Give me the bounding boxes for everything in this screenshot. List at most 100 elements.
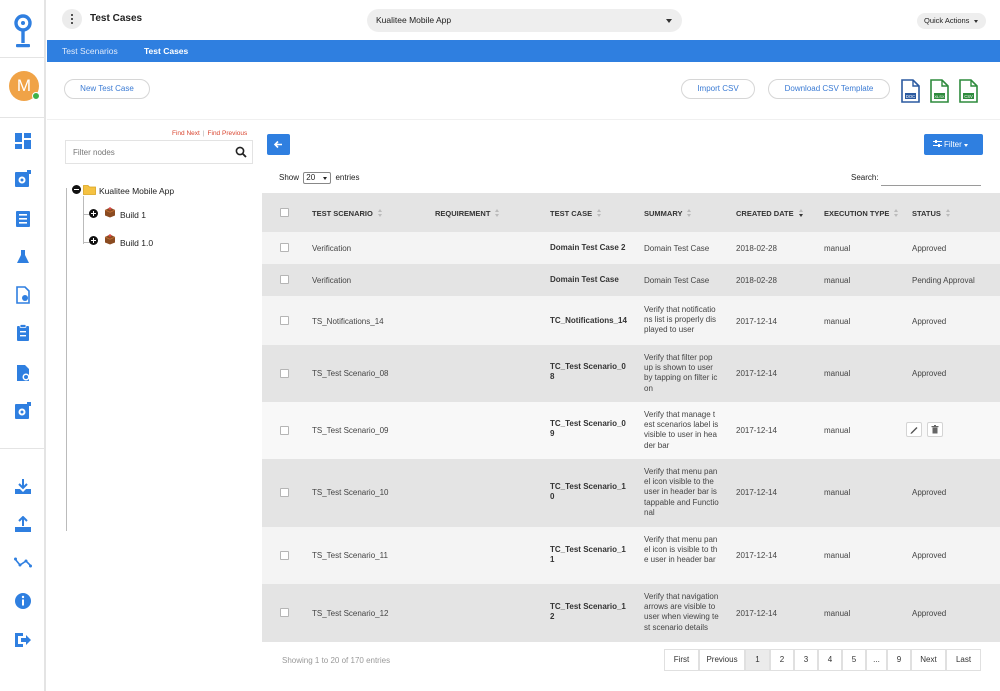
download-icon[interactable] <box>14 478 32 496</box>
new-test-case-button[interactable]: New Test Case <box>64 79 150 99</box>
cell-test-case[interactable]: TC_Test Scenario_09 <box>550 419 628 439</box>
table-row[interactable]: TS_Test Scenario_10 TC_Test Scenario_10 … <box>262 459 1000 527</box>
row-checkbox[interactable] <box>280 426 289 435</box>
export-csv-icon[interactable]: CSV <box>957 79 979 103</box>
search-icon[interactable] <box>235 146 247 158</box>
more-menu-button[interactable] <box>62 9 82 29</box>
export-doc-icon[interactable]: DOC <box>899 79 921 103</box>
table-row[interactable]: TS_Test Scenario_08 TC_Test Scenario_08 … <box>262 345 1000 402</box>
test-cases-icon[interactable] <box>14 286 32 304</box>
table-row[interactable]: TS_Notifications_14 TC_Notifications_14 … <box>262 296 1000 345</box>
table-row[interactable]: TS_Test Scenario_12 TC_Test Scenario_12 … <box>262 584 1000 642</box>
back-button[interactable] <box>267 134 290 155</box>
entries-per-page-select[interactable]: 20 <box>303 172 332 184</box>
row-checkbox[interactable] <box>280 488 289 497</box>
quick-actions-button[interactable]: Quick Actions <box>917 13 986 29</box>
tree-root-node[interactable]: Kualitee Mobile App <box>99 186 174 196</box>
tree-collapse-toggle[interactable] <box>72 185 81 194</box>
project-select[interactable]: Kualitee Mobile App <box>367 9 682 32</box>
table-row[interactable]: TS_Test Scenario_11 TC_Test Scenario_11 … <box>262 527 1000 584</box>
user-avatar[interactable]: M <box>9 71 40 101</box>
tab-test-scenarios[interactable]: Test Scenarios <box>62 46 118 56</box>
cell-created-date: 2018-02-28 <box>736 244 777 253</box>
page-button-5[interactable]: 5 <box>842 649 866 671</box>
page-button-3[interactable]: 3 <box>794 649 818 671</box>
info-icon[interactable] <box>14 592 32 610</box>
page-first-button[interactable]: First <box>664 649 699 671</box>
tree-node-build[interactable]: Build 1.0 <box>120 238 153 248</box>
row-checkbox[interactable] <box>280 608 289 617</box>
column-header-test-scenario[interactable]: TEST SCENARIO <box>312 209 383 218</box>
row-checkbox[interactable] <box>280 551 289 560</box>
column-header-requirement[interactable]: REQUIREMENT <box>435 209 500 218</box>
integrations-icon[interactable] <box>14 554 32 572</box>
find-previous-link[interactable]: Find Previous <box>208 130 248 137</box>
upload-icon[interactable] <box>14 516 32 534</box>
cell-test-case[interactable]: Domain Test Case 2 <box>550 243 625 253</box>
tab-test-cases[interactable]: Test Cases <box>144 46 188 56</box>
page-button-4[interactable]: 4 <box>818 649 842 671</box>
download-csv-template-button[interactable]: Download CSV Template <box>768 79 890 99</box>
row-checkbox[interactable] <box>280 243 289 252</box>
page-button-2[interactable]: 2 <box>770 649 794 671</box>
table-row[interactable]: Verification Domain Test Case 2 Domain T… <box>262 232 1000 264</box>
cell-test-scenario: TS_Test Scenario_12 <box>312 609 389 618</box>
cell-test-case[interactable]: TC_Test Scenario_11 <box>550 545 628 565</box>
edit-button[interactable] <box>906 422 922 437</box>
tree-expand-toggle[interactable] <box>89 236 98 245</box>
chevron-down-icon <box>974 20 978 23</box>
table-row[interactable]: Verification Domain Test Case Domain Tes… <box>262 264 1000 296</box>
column-header-status[interactable]: STATUS <box>912 209 951 218</box>
export-xlsx-icon[interactable]: XLSX <box>928 79 950 103</box>
cell-test-case[interactable]: TC_Test Scenario_10 <box>550 482 628 502</box>
select-all-checkbox[interactable] <box>280 208 289 217</box>
requirements-icon[interactable] <box>14 210 32 228</box>
column-header-test-case[interactable]: TEST CASE <box>550 209 602 218</box>
cell-test-case[interactable]: Domain Test Case <box>550 275 619 285</box>
flask-icon[interactable] <box>14 248 32 266</box>
dashboard-icon[interactable] <box>14 132 32 150</box>
reports-settings-icon[interactable] <box>14 402 32 420</box>
sort-icon <box>377 209 383 217</box>
page-button-9[interactable]: 9 <box>887 649 911 671</box>
table-search-input[interactable] <box>881 185 981 186</box>
row-checkbox[interactable] <box>280 369 289 378</box>
tree-node-build[interactable]: Build 1 <box>120 210 146 220</box>
page-previous-button[interactable]: Previous <box>699 649 745 671</box>
page-button-1[interactable]: 1 <box>745 649 770 671</box>
find-next-link[interactable]: Find Next <box>172 130 200 137</box>
cell-created-date: 2017-12-14 <box>736 317 777 326</box>
column-header-label: CREATED DATE <box>736 209 794 218</box>
tree-guide-line <box>66 188 67 531</box>
import-csv-button[interactable]: Import CSV <box>681 79 755 99</box>
page-title: Test Cases <box>90 13 143 24</box>
tree-expand-toggle[interactable] <box>89 209 98 218</box>
folder-icon <box>83 185 96 195</box>
row-checkbox[interactable] <box>280 316 289 325</box>
sort-icon <box>597 209 602 217</box>
row-checkbox[interactable] <box>280 275 289 284</box>
filter-button[interactable]: Filter <box>924 134 983 155</box>
cell-summary: Verify that menu panel icon visible to t… <box>644 467 719 517</box>
page-last-button[interactable]: Last <box>946 649 981 671</box>
delete-button[interactable] <box>927 422 943 437</box>
cell-test-case[interactable]: TC_Test Scenario_12 <box>550 602 628 622</box>
cell-test-scenario: TS_Test Scenario_10 <box>312 488 389 497</box>
defects-icon[interactable] <box>14 364 32 382</box>
column-header-summary[interactable]: SUMMARY <box>644 209 692 218</box>
cell-test-case[interactable]: TC_Notifications_14 <box>550 316 627 326</box>
cell-status: Approved <box>912 488 947 497</box>
column-header-execution-type[interactable]: EXECUTION TYPE <box>824 209 899 218</box>
filter-nodes-input[interactable] <box>66 141 226 163</box>
logout-icon[interactable] <box>14 631 32 649</box>
cell-test-case[interactable]: TC_Test Scenario_08 <box>550 362 628 382</box>
page-next-button[interactable]: Next <box>911 649 946 671</box>
export-csv-label: CSV <box>964 94 973 99</box>
project-settings-icon[interactable] <box>14 170 32 188</box>
column-header-created-date[interactable]: CREATED DATE <box>736 209 804 218</box>
table-row[interactable]: TS_Test Scenario_09 TC_Test Scenario_09 … <box>262 402 1000 459</box>
cell-created-date: 2017-12-14 <box>736 369 777 378</box>
test-runs-icon[interactable] <box>14 324 32 342</box>
cell-test-scenario: Verification <box>312 244 352 253</box>
kualitee-logo-icon[interactable] <box>13 14 33 50</box>
